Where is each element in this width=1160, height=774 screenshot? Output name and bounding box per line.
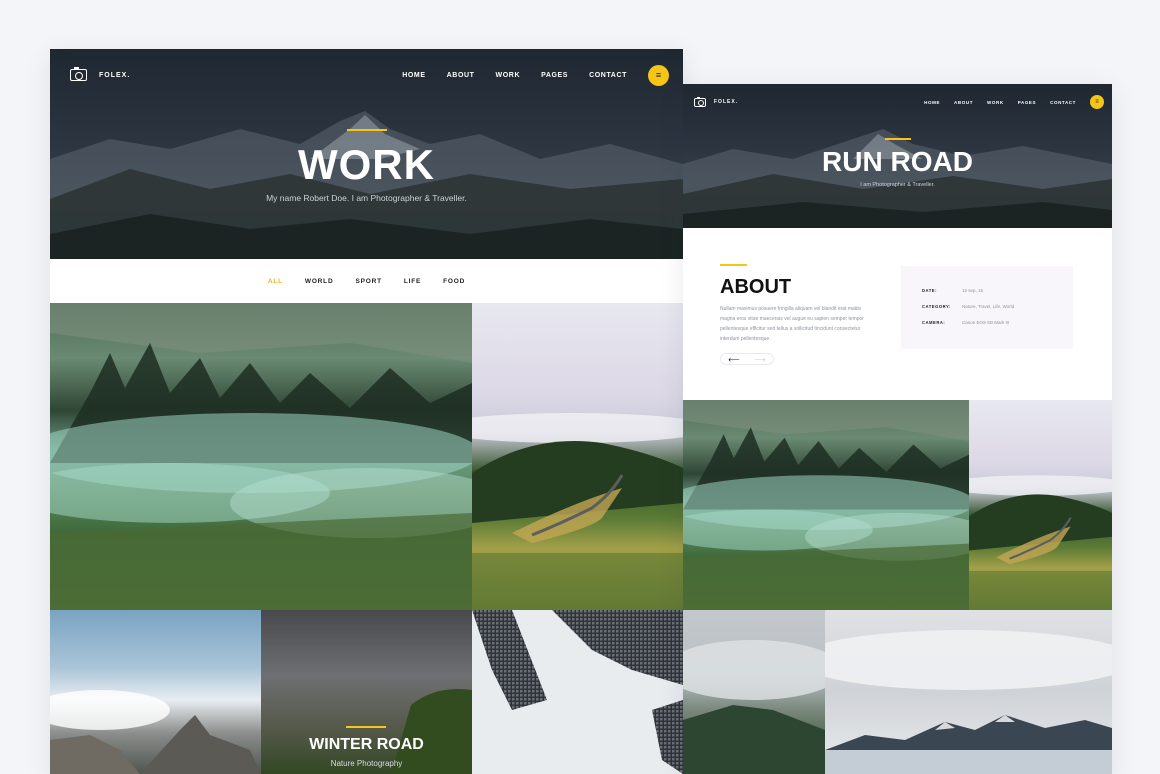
about-divider (720, 264, 747, 266)
misty-forest-image (50, 303, 472, 610)
top-navigation: FOLEX. HOME ABOUT WORK PAGES CONTACT ≡ (683, 84, 1112, 120)
camera-icon (694, 96, 706, 107)
featured-divider (346, 726, 386, 728)
hero-divider (884, 138, 911, 140)
gallery-photo-hill-road[interactable] (472, 303, 683, 610)
gallery-photo-skyscrapers[interactable] (472, 610, 683, 774)
nav-contact[interactable]: CONTACT (589, 72, 627, 79)
nav-about[interactable]: ABOUT (447, 72, 475, 79)
gallery-photo-lake-mountains[interactable] (825, 610, 1112, 774)
brand-name: FOLEX. (714, 99, 739, 105)
gallery-photo-foggy-mountain[interactable] (683, 610, 825, 774)
gallery-photo-misty-forest[interactable] (683, 400, 969, 610)
info-key: CATEGORY: (922, 303, 951, 309)
nav-menu: HOME ABOUT WORK PAGES CONTACT ≡ (924, 95, 1104, 109)
info-value: 12 sep, 16 (962, 287, 984, 293)
menu-icon[interactable]: ≡ (648, 64, 669, 86)
gallery-photo-cloudy-peak[interactable] (50, 610, 261, 774)
logo[interactable]: FOLEX. (70, 67, 131, 81)
misty-forest-image (683, 400, 969, 610)
camera-icon (70, 67, 87, 81)
featured-title: WINTER ROAD (309, 736, 424, 753)
cloudy-peak-image (50, 690, 261, 774)
page-subtitle: My name Robert Doe. I am Photographer & … (266, 193, 467, 203)
hero-banner: FOLEX. HOME ABOUT WORK PAGES CONTACT ≡ R… (683, 84, 1112, 228)
nav-menu: HOME ABOUT WORK PAGES CONTACT ≡ (402, 64, 669, 86)
featured-subtitle: Nature Photography (330, 759, 403, 768)
nav-contact[interactable]: CONTACT (1050, 100, 1076, 105)
info-value: Canon EOS 5D Mark III (962, 319, 1010, 325)
page-title: WORK (298, 141, 435, 188)
nav-about[interactable]: ABOUT (954, 100, 973, 105)
nav-work[interactable]: WORK (496, 72, 521, 79)
foggy-mountain-image (683, 640, 825, 774)
pager-arrows: ⟵ ⟶ (720, 353, 774, 365)
info-key: DATE: (922, 287, 937, 293)
info-row-camera: CAMERA: Canon EOS 5D Mark III (922, 314, 1073, 330)
gallery-photo-hill-road[interactable] (969, 400, 1112, 610)
gallery-photo-winter-road[interactable]: WINTER ROAD Nature Photography (261, 610, 472, 774)
hero-divider (346, 129, 387, 131)
nav-work[interactable]: WORK (987, 100, 1004, 105)
nav-home[interactable]: HOME (924, 100, 940, 105)
filter-food[interactable]: FOOD (443, 278, 465, 285)
info-row-category: CATEGORY: Nature, Travel, Life, World (922, 298, 1073, 314)
hill-road-image (969, 475, 1112, 610)
nav-pages[interactable]: PAGES (541, 72, 568, 79)
skyscrapers-image (472, 610, 683, 774)
page-subtitle: I am Photographer & Traveller. (860, 182, 935, 188)
menu-icon[interactable]: ≡ (1090, 95, 1104, 109)
portfolio-filters: ALL WORLD SPORT LIFE FOOD (50, 259, 683, 303)
filter-world[interactable]: WORLD (305, 278, 334, 285)
info-key: CAMERA: (922, 319, 946, 325)
lake-mountains-image (825, 630, 1112, 774)
next-arrow-icon[interactable]: ⟶ (754, 355, 765, 364)
brand-name: FOLEX. (99, 71, 131, 79)
prev-arrow-icon[interactable]: ⟵ (728, 355, 739, 364)
work-page-mockup: FOLEX. HOME ABOUT WORK PAGES CONTACT ≡ W… (50, 49, 683, 774)
about-title: ABOUT (720, 276, 792, 298)
nav-home[interactable]: HOME (402, 72, 425, 79)
about-section: ABOUT Nullam maximus posuere fringilla a… (683, 228, 1112, 400)
hill-road-image (472, 413, 683, 610)
filter-life[interactable]: LIFE (404, 278, 421, 285)
run-road-page-mockup: FOLEX. HOME ABOUT WORK PAGES CONTACT ≡ R… (683, 84, 1112, 774)
logo[interactable]: FOLEX. (694, 96, 739, 107)
filter-sport[interactable]: SPORT (355, 278, 381, 285)
about-text: Nullam maximus posuere fringilla aliquam… (720, 306, 864, 342)
info-value: Nature, Travel, Life, World (962, 303, 1015, 309)
filter-all[interactable]: ALL (268, 278, 283, 285)
hero-banner: FOLEX. HOME ABOUT WORK PAGES CONTACT ≡ W… (50, 49, 683, 259)
info-row-date: DATE: 12 sep, 16 (922, 282, 1073, 298)
nav-pages[interactable]: PAGES (1018, 100, 1036, 105)
page-title: RUN ROAD (822, 146, 973, 177)
gallery-photo-misty-forest[interactable] (50, 303, 472, 610)
project-info-box: DATE: 12 sep, 16 CATEGORY: Nature, Trave… (901, 266, 1073, 349)
top-navigation: FOLEX. HOME ABOUT WORK PAGES CONTACT ≡ (50, 49, 683, 101)
